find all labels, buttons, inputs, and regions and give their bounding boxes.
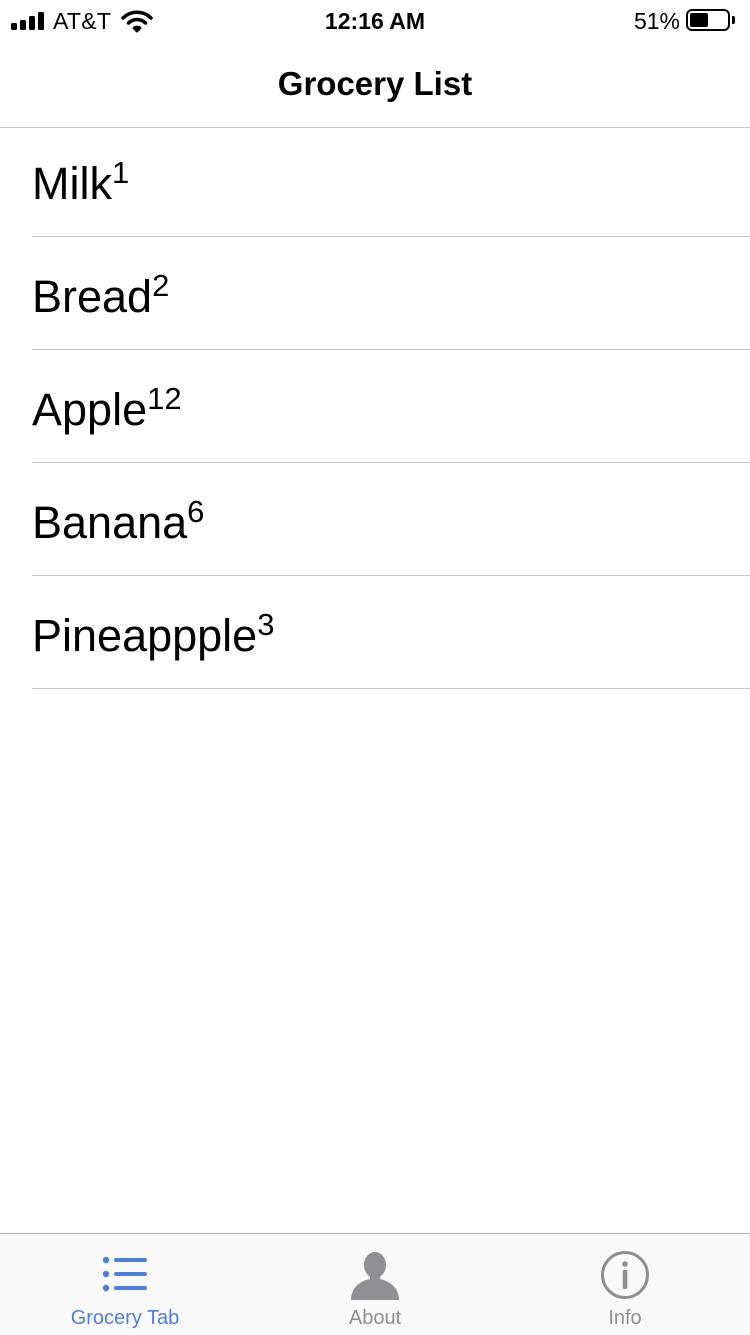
list-icon: [102, 1256, 147, 1292]
battery-percentage: 51%: [633, 8, 680, 34]
page-title: Grocery List: [277, 65, 473, 102]
tab-label: Grocery Tab: [70, 1307, 180, 1329]
item-name: Milk: [32, 158, 112, 209]
tab-info[interactable]: Info: [500, 1234, 750, 1335]
item-quantity: 12: [147, 381, 182, 416]
tab-label: About: [348, 1307, 402, 1329]
tab-label: Info: [608, 1307, 642, 1329]
battery-icon: [686, 9, 738, 33]
item-name: Bread: [32, 271, 153, 322]
list-item[interactable]: Apple12: [32, 350, 750, 463]
battery-level-fill: [690, 13, 708, 27]
item-quantity: 6: [187, 494, 205, 529]
list-item[interactable]: Banana6: [32, 463, 750, 576]
item-quantity: 1: [111, 155, 130, 190]
item-quantity: 3: [257, 607, 275, 642]
status-bar: AT&T 12:16 AM 51%: [0, 0, 750, 40]
item-quantity: 2: [152, 268, 170, 303]
person-icon: [351, 1252, 399, 1300]
list-item[interactable]: Bread2: [32, 237, 750, 350]
list-item[interactable]: Milk1: [32, 128, 750, 237]
item-name: Banana: [32, 497, 188, 548]
grocery-list: Milk1 Bread2 Apple12 Banana6 Pineappple3: [0, 128, 750, 689]
tab-about[interactable]: About: [250, 1234, 500, 1335]
navigation-bar: Grocery List: [0, 40, 750, 128]
item-name: Pineappple: [32, 610, 258, 661]
tab-bar: Grocery Tab About Info: [0, 1233, 750, 1335]
list-item[interactable]: Pineappple3: [32, 576, 750, 689]
tab-grocery[interactable]: Grocery Tab: [0, 1234, 250, 1335]
info-icon: [601, 1251, 649, 1299]
item-name: Apple: [32, 384, 148, 435]
